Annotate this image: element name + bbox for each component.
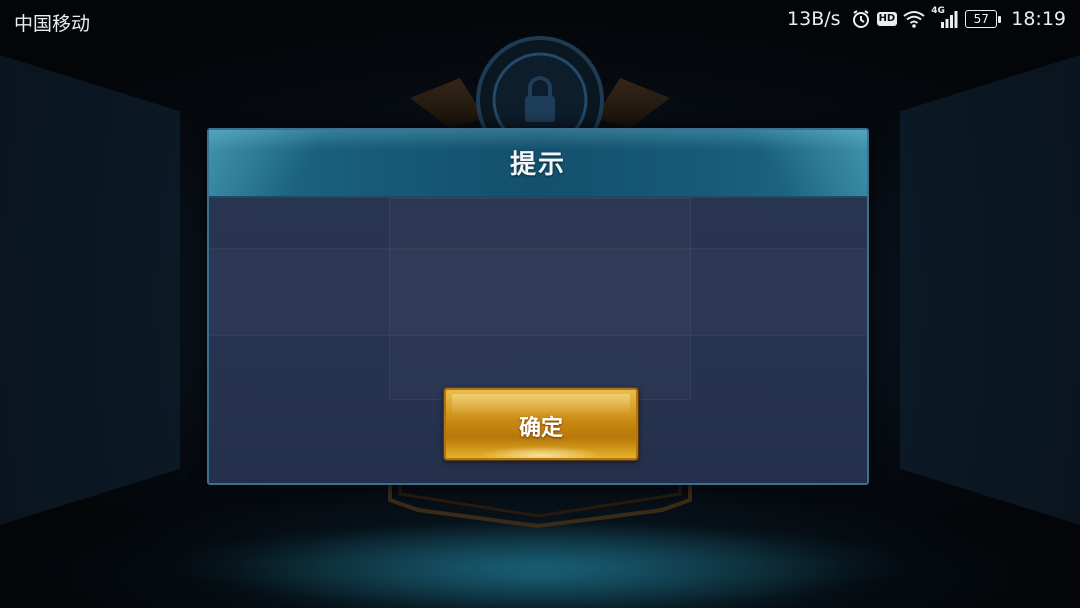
background-wall-right <box>900 55 1080 525</box>
background-wall-left <box>0 55 180 525</box>
game-screen: 中国移动 13B/s HD 4G 57 18:19 提示 确定 <box>0 0 1080 608</box>
floor-glow <box>170 520 910 608</box>
battery-level: 57 <box>965 10 998 28</box>
alarm-icon <box>851 9 871 29</box>
prompt-dialog: 提示 确定 <box>207 128 869 485</box>
background-overlay-panel <box>389 198 691 400</box>
dialog-body: 确定 <box>209 198 867 483</box>
confirm-button-label: 确定 <box>518 416 563 441</box>
signal-type-label: 4G <box>931 6 945 16</box>
network-speed: 13B/s <box>787 8 841 30</box>
status-icons: 13B/s HD 4G 57 18:19 <box>787 6 1066 30</box>
dialog-title: 提示 <box>509 150 566 180</box>
confirm-button[interactable]: 确定 <box>444 388 638 460</box>
wifi-icon <box>903 10 925 28</box>
clock: 18:19 <box>1011 8 1066 30</box>
signal-icon: 4G <box>931 6 959 28</box>
carrier-name: 中国移动 <box>14 13 91 35</box>
status-bar: 中国移动 13B/s HD 4G 57 18:19 <box>0 0 1080 42</box>
battery-icon: 57 <box>965 10 1002 28</box>
hd-icon: HD <box>876 12 898 26</box>
dialog-header: 提示 <box>209 130 867 198</box>
